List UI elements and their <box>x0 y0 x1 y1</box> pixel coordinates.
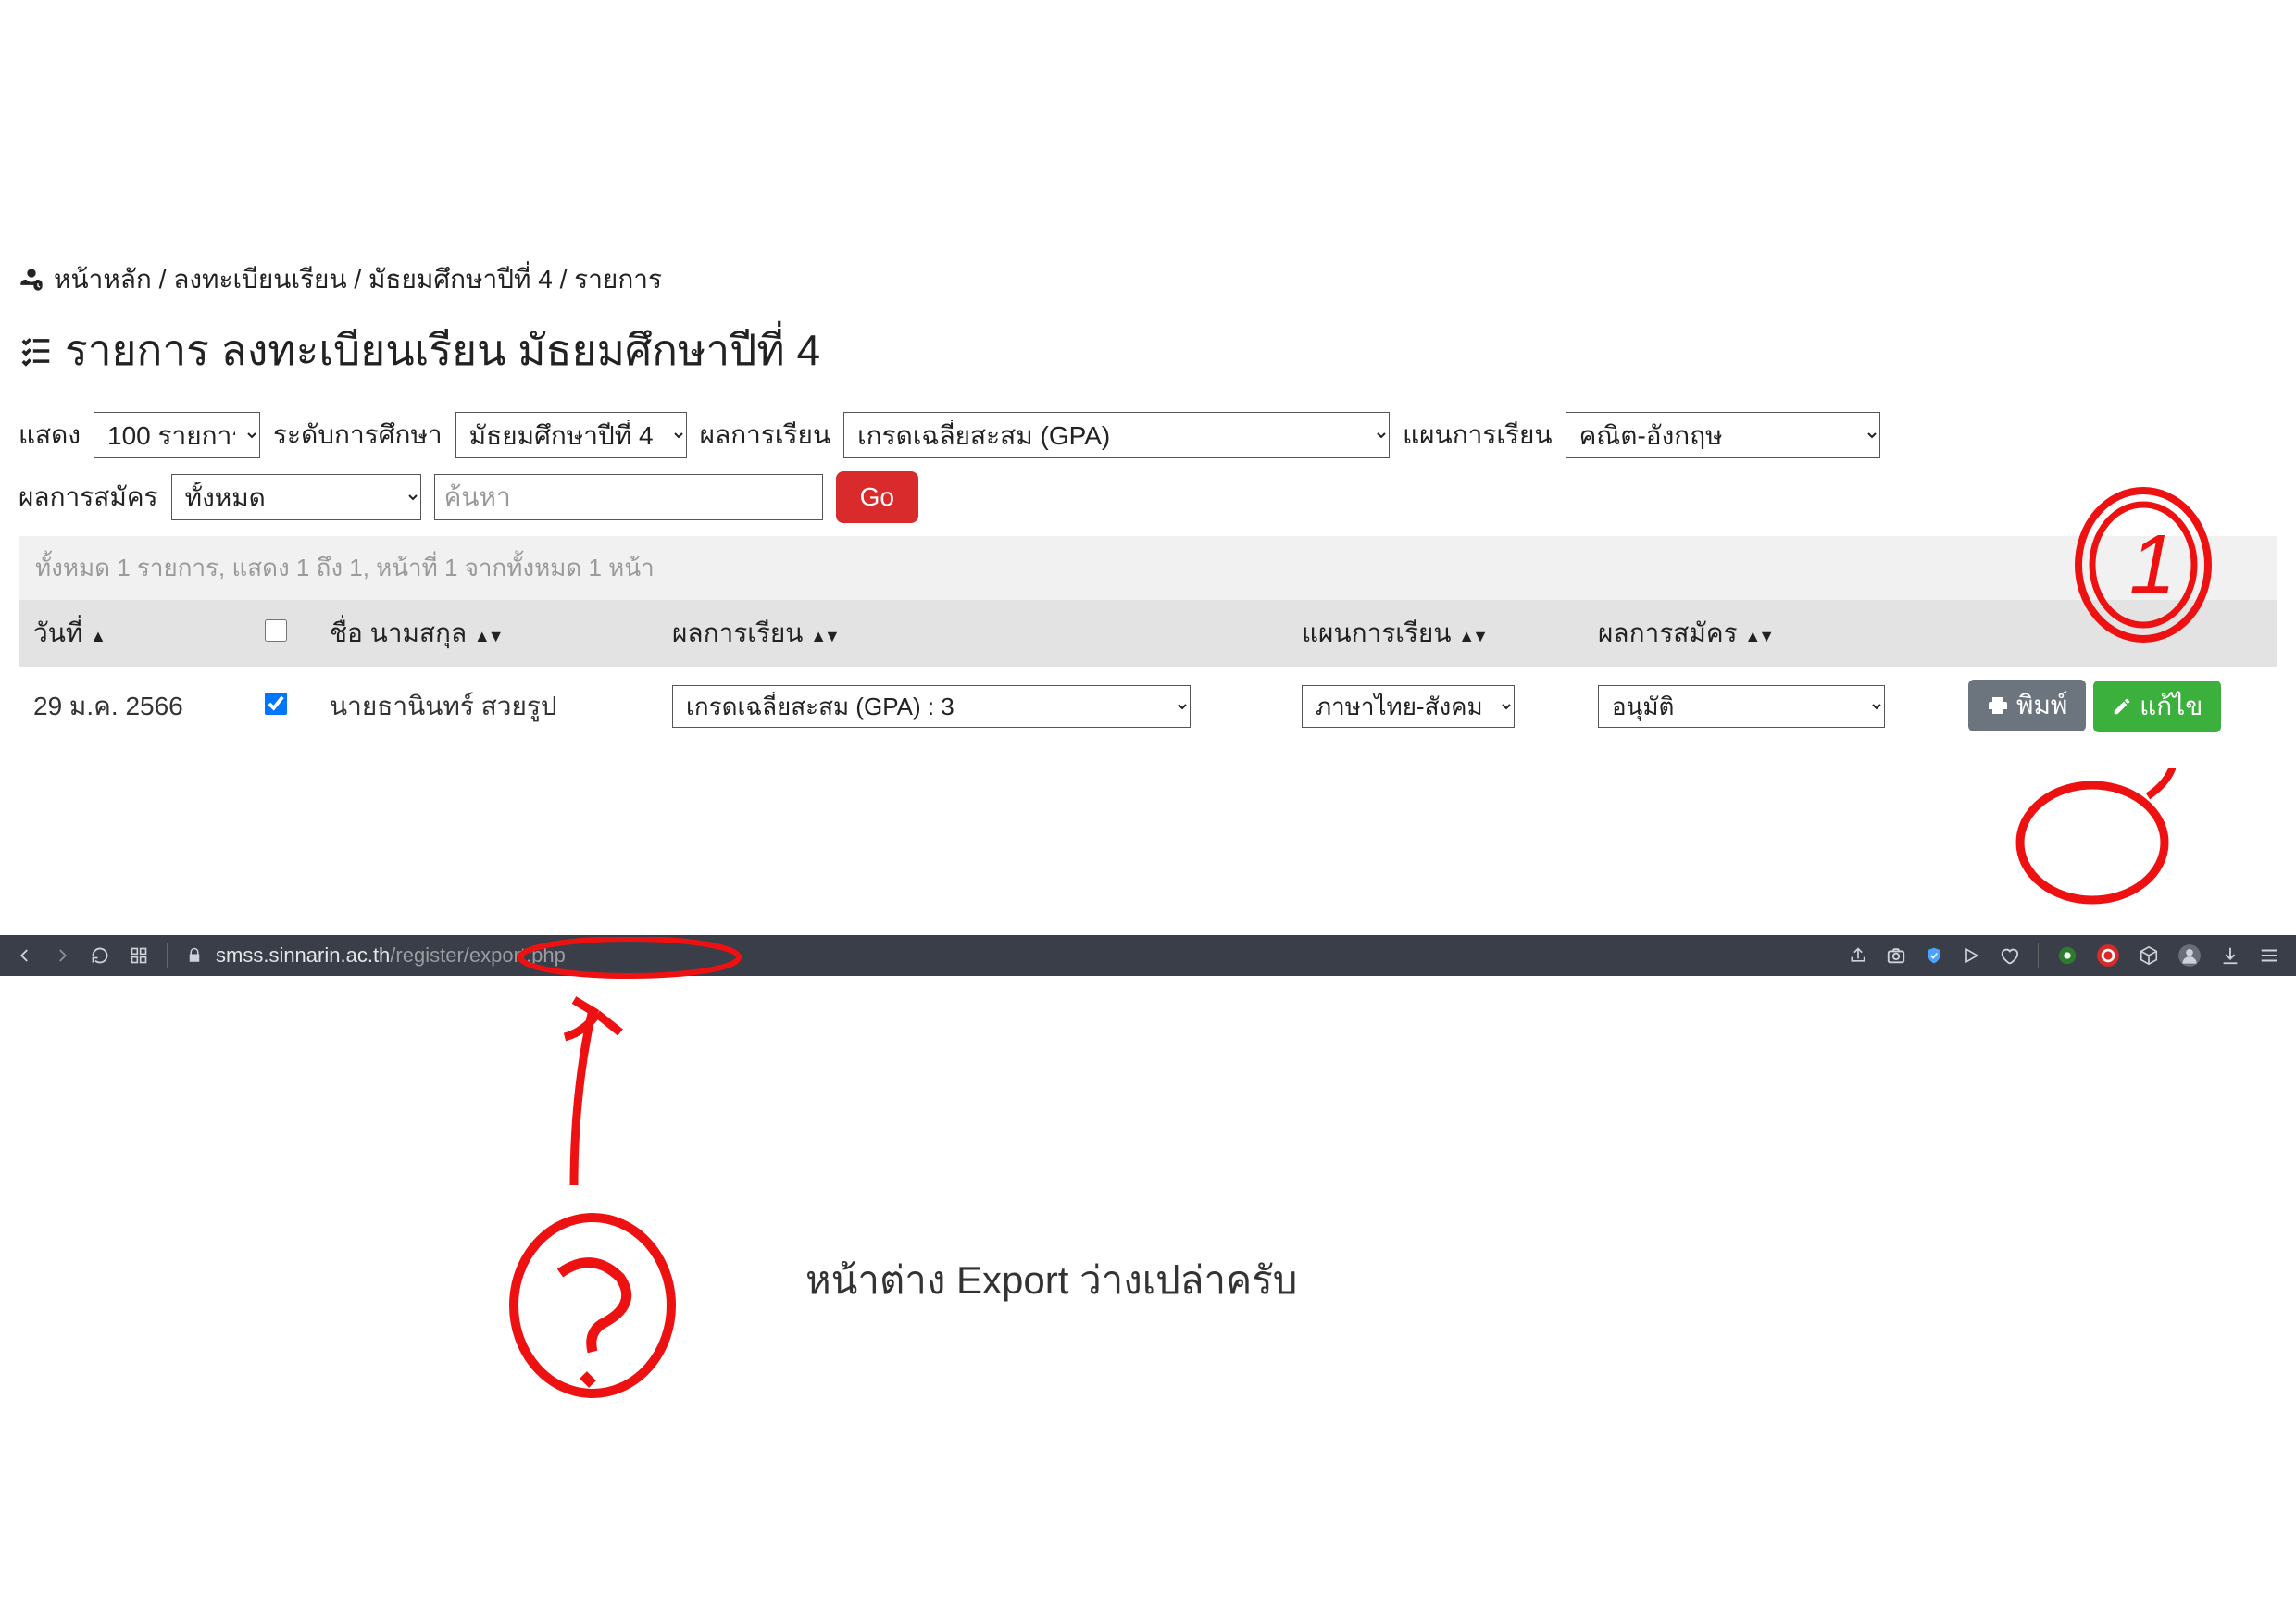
plan-select[interactable]: คณิต-อังกฤษ <box>1566 412 1880 458</box>
sort-icon: ▲▼ <box>1458 627 1486 645</box>
play-icon[interactable] <box>1962 946 1980 965</box>
shield-icon[interactable] <box>1925 946 1943 965</box>
col-plan[interactable]: แผนการเรียน ▲▼ <box>1287 600 1583 667</box>
apply-select[interactable]: ทั้งหมด <box>171 474 421 520</box>
results-table: วันที่ ▲ ชื่อ นามสกุล ▲▼ ผลการเรียน ▲▼ แ… <box>19 600 2277 745</box>
row-checkbox[interactable] <box>265 693 287 715</box>
col-name[interactable]: ชื่อ นามสกุล ▲▼ <box>315 600 657 667</box>
cell-date: 29 ม.ค. 2566 <box>19 667 250 745</box>
filter-row-1: แสดง 100 รายการ ระดับการศึกษา มัธยมศึกษา… <box>19 412 2277 458</box>
print-icon <box>1987 694 2009 717</box>
edit-button[interactable]: แก้ไข <box>2093 681 2221 732</box>
breadcrumb-text[interactable]: หน้าหลัก / ลงทะเบียนเรียน / มัธยมศึกษาปี… <box>54 259 662 300</box>
share-icon[interactable] <box>1849 946 1867 965</box>
lock-icon[interactable] <box>186 947 203 964</box>
menu-icon[interactable] <box>2259 945 2279 966</box>
note-text: หน้าต่าง Export ว่างเปล่าครับ <box>805 1250 1297 1311</box>
col-result[interactable]: ผลการเรียน ▲▼ <box>657 600 1287 667</box>
reload-icon[interactable] <box>91 946 109 965</box>
sort-icon: ▲▼ <box>1744 627 1772 645</box>
browser-bar: smss.sinnarin.ac.th/register/export.php <box>0 935 2296 976</box>
show-label: แสดง <box>19 415 81 456</box>
cell-name: นายธานินทร์ สวยรูป <box>315 667 657 745</box>
home-icon <box>19 267 44 293</box>
level-select[interactable]: มัธยมศึกษาปีที่ 4 <box>455 412 687 458</box>
apply-label: ผลการสมัคร <box>19 477 158 518</box>
go-button[interactable]: Go <box>836 471 918 523</box>
row-apply-select[interactable]: อนุมัติ <box>1598 685 1885 728</box>
result-label: ผลการเรียน <box>700 415 830 456</box>
forward-icon[interactable] <box>54 947 70 964</box>
col-apply[interactable]: ผลการสมัคร ▲▼ <box>1583 600 1953 667</box>
result-select[interactable]: เกรดเฉลี่ยสะสม (GPA) <box>843 412 1390 458</box>
cell-check <box>250 667 315 745</box>
cell-actions: พิมพ์ แก้ไข <box>1953 667 2277 745</box>
cell-plan: ภาษาไทย-สังคม <box>1287 667 1583 745</box>
annotation-arrow <box>518 981 667 1204</box>
ext-icon-2[interactable] <box>2096 943 2120 968</box>
heart-icon[interactable] <box>1999 945 2019 966</box>
breadcrumb: หน้าหลัก / ลงทะเบียนเรียน / มัธยมศึกษาปี… <box>19 259 2277 300</box>
sort-icon: ▲▼ <box>474 627 502 645</box>
back-icon[interactable] <box>17 947 33 964</box>
col-actions <box>1953 600 2277 667</box>
print-button[interactable]: พิมพ์ <box>1968 680 2086 731</box>
table-row: 29 ม.ค. 2566 นายธานินทร์ สวยรูป เกรดเฉลี… <box>19 667 2277 745</box>
profile-icon[interactable] <box>2177 943 2202 968</box>
url-text[interactable]: smss.sinnarin.ac.th/register/export.php <box>216 943 566 968</box>
list-check-icon <box>19 333 54 369</box>
col-date[interactable]: วันที่ ▲ <box>19 600 250 667</box>
annotation-circle-2 <box>500 1204 685 1417</box>
col-checkbox[interactable] <box>250 600 315 667</box>
level-label: ระดับการศึกษา <box>273 415 443 456</box>
row-result-select[interactable]: เกรดเฉลี่ยสะสม (GPA) : 3 <box>672 685 1191 728</box>
sort-icon: ▲▼ <box>810 627 838 645</box>
cell-result: เกรดเฉลี่ยสะสม (GPA) : 3 <box>657 667 1287 745</box>
show-select[interactable]: 100 รายการ <box>94 412 260 458</box>
download-icon[interactable] <box>2220 945 2240 966</box>
page-content: หน้าหลัก / ลงทะเบียนเรียน / มัธยมศึกษาปี… <box>0 259 2296 745</box>
sort-asc-icon: ▲ <box>90 627 106 645</box>
filter-row-2: ผลการสมัคร ทั้งหมด Go <box>19 471 2277 523</box>
speed-dial-icon[interactable] <box>130 946 148 965</box>
table-info: ทั้งหมด 1 รายการ, แสดง 1 ถึง 1, หน้าที่ … <box>19 536 2277 600</box>
page-title-text: รายการ ลงทะเบียนเรียน มัธยมศึกษาปีที่ 4 <box>65 317 820 384</box>
select-all-checkbox[interactable] <box>265 619 287 642</box>
plan-label: แผนการเรียน <box>1403 415 1552 456</box>
annotation-circle-print <box>2009 768 2176 917</box>
page-title: รายการ ลงทะเบียนเรียน มัธยมศึกษาปีที่ 4 <box>19 317 2277 384</box>
ext-icon-1[interactable] <box>2057 945 2078 966</box>
cell-apply: อนุมัติ <box>1583 667 1953 745</box>
pencil-icon <box>2112 696 2132 717</box>
camera-icon[interactable] <box>1886 945 1906 966</box>
cube-icon[interactable] <box>2139 945 2159 966</box>
row-plan-select[interactable]: ภาษาไทย-สังคม <box>1302 685 1515 728</box>
search-input[interactable] <box>434 474 823 520</box>
